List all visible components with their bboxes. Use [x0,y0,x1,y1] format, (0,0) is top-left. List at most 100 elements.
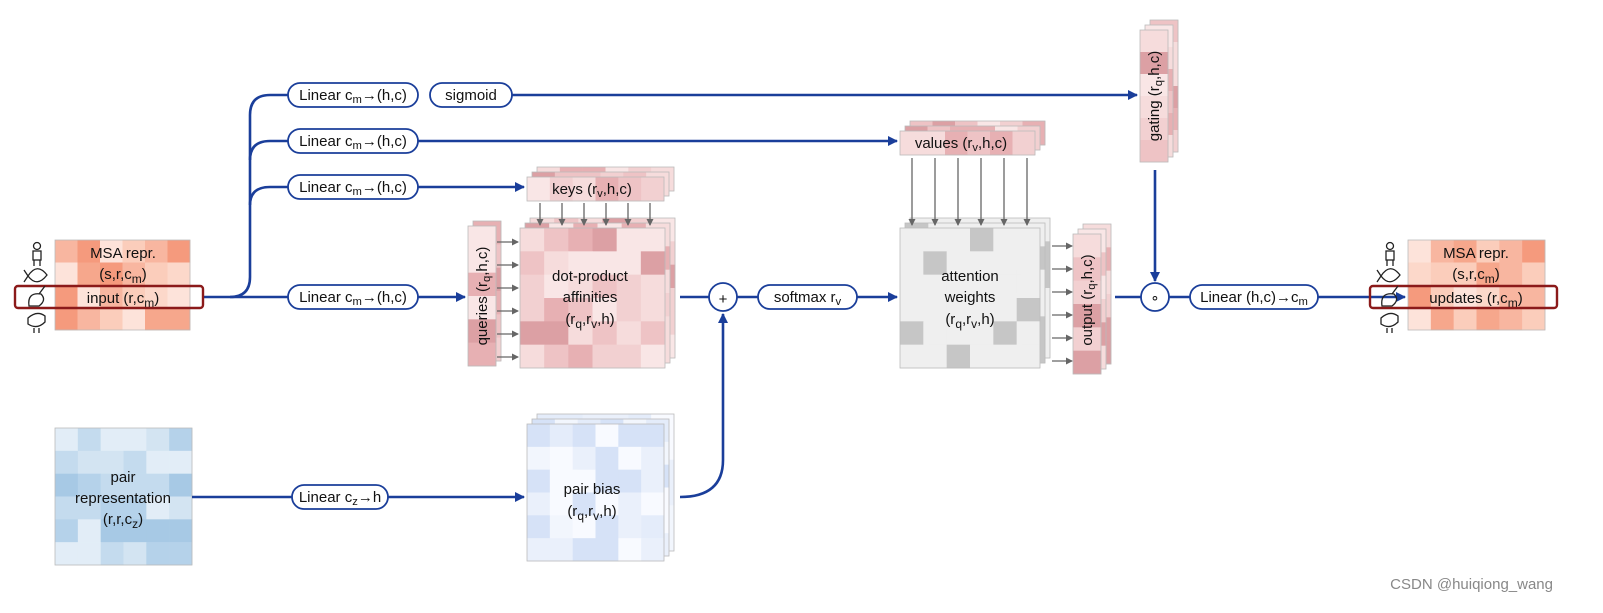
text-segment: ,r [582,311,591,328]
heatmap-cell [568,228,593,252]
heatmap-cell [923,228,947,252]
heatmap-cell [549,538,573,562]
text-segment: attention [941,268,999,285]
heatmap-cell [100,307,123,331]
heatmap-cell [167,307,191,331]
heatmap-cell [592,344,617,369]
heatmap-cell [568,344,593,369]
species-icons [1376,241,1401,333]
text-segment: →h [358,489,381,506]
heatmap-cell [55,450,79,474]
heatmap-cell [77,262,101,286]
queries-label: queries (rq,h,c) [474,247,493,346]
heatmap-cell [527,492,551,516]
heatmap-cell [527,515,551,539]
heatmap-cell [641,424,665,448]
heatmap-cell [1073,234,1102,258]
pair-line1: pair [110,469,135,486]
heatmap-cell [641,538,665,562]
values-label: values (rv,h,c) [915,135,1007,154]
heatmap-cell [527,538,551,562]
text-segment: ,h,c) [474,247,491,276]
text-segment: →(h,c) [362,289,407,306]
text-segment: ,r [584,503,593,520]
heatmap-cell [572,538,596,562]
heatmap-cell [641,469,665,493]
heatmap-cell [923,344,947,369]
pair-bias-line1: pair bias [564,481,621,498]
heatmap-cell [946,228,971,252]
subscript: m [353,140,362,152]
heatmap-cell [616,321,642,345]
heatmap-cell [77,450,101,474]
text-segment: output (r [1079,290,1096,346]
heatmap-cell [77,428,101,452]
text-segment: ∘ [1150,290,1159,307]
text-segment: MSA repr. [90,245,156,262]
heatmap-cell [77,519,101,543]
heatmap-cell [55,519,79,543]
text-segment: gating (r [1146,86,1163,141]
linear-pair-label: Linear cz→h [299,489,381,508]
heatmap-cell [544,228,569,252]
heatmap-cell [1016,344,1041,369]
heatmap-cell [146,542,170,566]
heatmap-cell [55,285,78,308]
text-segment: (r [567,503,577,520]
heatmap-cell [618,538,642,562]
text-segment: ) [142,266,147,283]
heatmap-cell [993,298,1017,322]
heatmap-cell [1430,262,1454,286]
subscript: m [353,94,362,106]
heatmap-cell [1016,321,1041,345]
heatmap-cell [1408,262,1432,286]
heatmap-cell [527,446,551,470]
text-segment: ) [1495,266,1500,283]
heatmap-cell [900,274,924,299]
heatmap-cell [572,446,596,470]
heatmap-cell [146,428,170,452]
heatmap-cell [993,344,1017,369]
flow-bias-to-plus [679,313,728,499]
heatmap-cell [595,424,619,448]
heatmap-cell [520,298,545,322]
subscript: q [575,317,582,331]
heatmap-cell [1522,240,1546,263]
heatmap-cell [946,344,971,369]
text-segment: values (r [915,135,973,152]
multiply-icon: ∘ [1150,290,1159,307]
fish-icon [1376,268,1401,283]
text-segment: ,r [962,311,971,328]
text-segment: softmax r [774,289,836,306]
text-segment: ,h) [977,311,995,328]
heatmap-cell [618,515,642,539]
heatmap-cell [123,428,147,452]
text-segment: representation [75,490,171,507]
heatmap-cell [549,446,573,470]
rooster-icon [1380,312,1399,333]
weights-line3: (rq,rv,h) [945,311,994,331]
text-segment: dot-product [552,268,629,285]
msa-input-title: MSA repr. [90,245,156,262]
heatmap-cell [169,450,193,474]
heatmap-cell [1453,307,1477,331]
text-segment: (s,r,c [99,266,132,283]
subscript: m [1485,272,1495,286]
heatmap-cell [1408,285,1432,308]
heatmap-cell [572,424,596,448]
text-segment: ,h) [597,311,615,328]
heatmap-cell [1499,262,1523,286]
flow-branch-keys [248,185,288,206]
heatmap-cell [527,469,551,493]
heatmap-cell [900,251,924,275]
heatmap-cell [640,274,666,299]
text-segment: pair [110,469,135,486]
subscript: q [955,317,962,331]
heatmap-cell [145,262,168,286]
heatmap-cell [1522,262,1546,286]
heatmap-cell [527,177,551,202]
heatmap-cell [55,307,78,331]
text-segment: ,h,c) [1146,51,1163,80]
heatmap-cell [993,228,1017,252]
heatmap-cell [592,228,617,252]
